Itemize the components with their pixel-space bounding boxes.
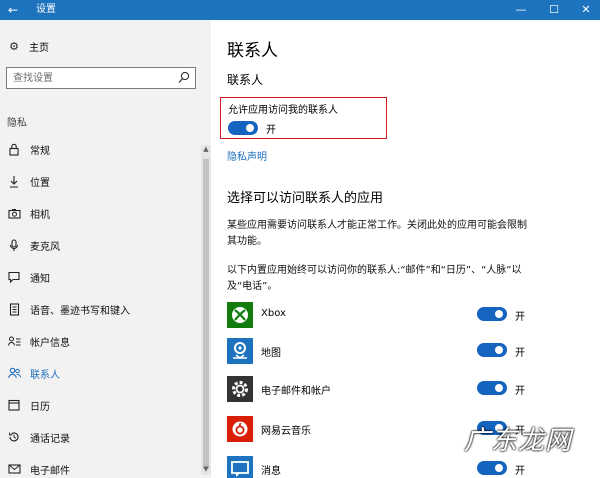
app-toggle-state: 开 — [515, 348, 525, 359]
home-nav[interactable]: ⚙ 主页 — [7, 38, 49, 54]
page-title: 联系人 — [227, 41, 278, 61]
toggle-knob — [495, 464, 503, 472]
maps-icon — [227, 338, 253, 364]
sidebar-item-camera[interactable]: 相机 — [0, 200, 200, 226]
home-label: 主页 — [29, 42, 49, 54]
sidebar-item-location[interactable]: 位置 — [0, 168, 200, 194]
privacy-statement-link[interactable]: 隐私声明 — [227, 148, 267, 163]
allow-contacts-label: 允许应用访问我的联系人 — [228, 105, 338, 116]
email-icon — [7, 462, 21, 476]
microphone-icon — [7, 238, 21, 252]
toggle-knob — [495, 310, 503, 318]
sidebar-scrollbar[interactable]: ▲ ▼ — [201, 145, 211, 475]
messaging-icon — [227, 456, 253, 478]
contacts-icon — [7, 366, 21, 380]
account-info-icon — [7, 334, 21, 348]
search-icon[interactable] — [177, 70, 191, 86]
sidebar-item-speech[interactable]: 语音、墨迹书写和键入 — [0, 296, 200, 322]
watermark: 广东龙网 — [464, 426, 573, 456]
sidebar: ⚙ 主页 隐私 常规 位置 相机 麦克风 — [0, 20, 211, 478]
app-name: 消息 — [261, 466, 281, 477]
builtin-apps-note: 以下内置应用始终可以访问你的联系人:“邮件”和“日历”、“人脉”以及“电话”。 — [227, 265, 522, 292]
lock-icon — [7, 142, 21, 156]
scroll-thumb[interactable] — [203, 159, 209, 469]
app-name: 电子邮件和帐户 — [261, 386, 331, 397]
sidebar-item-label: 常规 — [30, 145, 50, 157]
arrow-left-icon: ← — [7, 3, 19, 17]
camera-icon — [7, 206, 21, 220]
sidebar-item-label: 语音、墨迹书写和键入 — [30, 305, 130, 317]
window-title: 设置 — [36, 4, 56, 15]
netease-music-icon — [227, 416, 253, 442]
app-name: 网易云音乐 — [261, 426, 311, 437]
sidebar-item-label: 麦克风 — [30, 241, 60, 253]
minimize-button[interactable]: — — [505, 0, 537, 20]
scroll-up-arrow-icon[interactable]: ▲ — [201, 145, 211, 155]
app-row-messaging: 消息 开 — [227, 456, 527, 478]
search-input[interactable] — [7, 68, 177, 88]
section-label-privacy: 隐私 — [7, 118, 27, 129]
maximize-icon: ☐ — [549, 3, 559, 16]
sidebar-item-account-info[interactable]: 帐户信息 — [0, 328, 200, 354]
close-button[interactable]: ✕ — [570, 0, 600, 20]
app-row-xbox: Xbox 开 — [227, 302, 527, 332]
call-history-icon — [7, 430, 21, 444]
sidebar-item-label: 通话记录 — [30, 433, 70, 445]
apps-description: 某些应用需要访问联系人才能正常工作。关闭此处的应用可能会限制其功能。 — [227, 220, 527, 247]
xbox-icon — [227, 302, 253, 328]
sidebar-item-label: 日历 — [30, 401, 50, 413]
app-row-maps: 地图 开 — [227, 338, 527, 368]
close-icon: ✕ — [581, 3, 591, 16]
search-box — [6, 67, 196, 89]
calendar-icon — [7, 398, 21, 412]
minimize-icon: — — [515, 3, 527, 16]
back-button[interactable]: ← — [0, 0, 26, 20]
main-content: 联系人 联系人 允许应用访问我的联系人 开 隐私声明 选择可以访问联系人的应用 … — [211, 20, 600, 478]
scroll-down-arrow-icon[interactable]: ▼ — [201, 465, 211, 475]
toggle-knob — [495, 384, 503, 392]
app-toggle-messaging[interactable] — [477, 461, 507, 475]
sidebar-item-label: 帐户信息 — [30, 337, 70, 349]
toggle-knob — [246, 124, 254, 132]
app-toggle-state: 开 — [515, 386, 525, 397]
sidebar-item-microphone[interactable]: 麦克风 — [0, 232, 200, 258]
gear-icon: ⚙ — [9, 39, 19, 53]
app-row-email-accounts: 电子邮件和帐户 开 — [227, 376, 527, 406]
app-toggle-maps[interactable] — [477, 343, 507, 357]
sidebar-item-calendar[interactable]: 日历 — [0, 392, 200, 418]
toggle-knob — [495, 346, 503, 354]
app-toggle-email-accounts[interactable] — [477, 381, 507, 395]
location-icon — [7, 174, 21, 188]
sidebar-item-general[interactable]: 常规 — [0, 136, 200, 162]
title-bar: ← 设置 — ☐ ✕ — [0, 0, 600, 20]
speech-icon — [7, 302, 21, 316]
sidebar-item-email[interactable]: 电子邮件 — [0, 456, 200, 478]
sidebar-item-label: 相机 — [30, 209, 50, 221]
sidebar-item-label: 联系人 — [30, 369, 60, 381]
choose-apps-heading: 选择可以访问联系人的应用 — [227, 191, 384, 206]
sidebar-item-label: 通知 — [30, 273, 50, 285]
app-name: Xbox — [261, 308, 286, 319]
allow-contacts-toggle[interactable] — [228, 121, 258, 135]
allow-contacts-toggle-state: 开 — [266, 125, 276, 136]
sidebar-item-label: 电子邮件 — [30, 465, 70, 477]
gear-icon — [227, 376, 253, 402]
app-toggle-state: 开 — [515, 312, 525, 323]
maximize-button[interactable]: ☐ — [538, 0, 570, 20]
notification-icon — [7, 270, 21, 284]
section-subtitle: 联系人 — [227, 73, 264, 87]
sidebar-item-call-history[interactable]: 通话记录 — [0, 424, 200, 450]
sidebar-item-contacts[interactable]: 联系人 — [0, 360, 200, 386]
sidebar-item-notifications[interactable]: 通知 — [0, 264, 200, 290]
app-toggle-state: 开 — [515, 466, 525, 477]
app-name: 地图 — [261, 348, 281, 359]
sidebar-item-label: 位置 — [30, 177, 50, 189]
app-toggle-xbox[interactable] — [477, 307, 507, 321]
